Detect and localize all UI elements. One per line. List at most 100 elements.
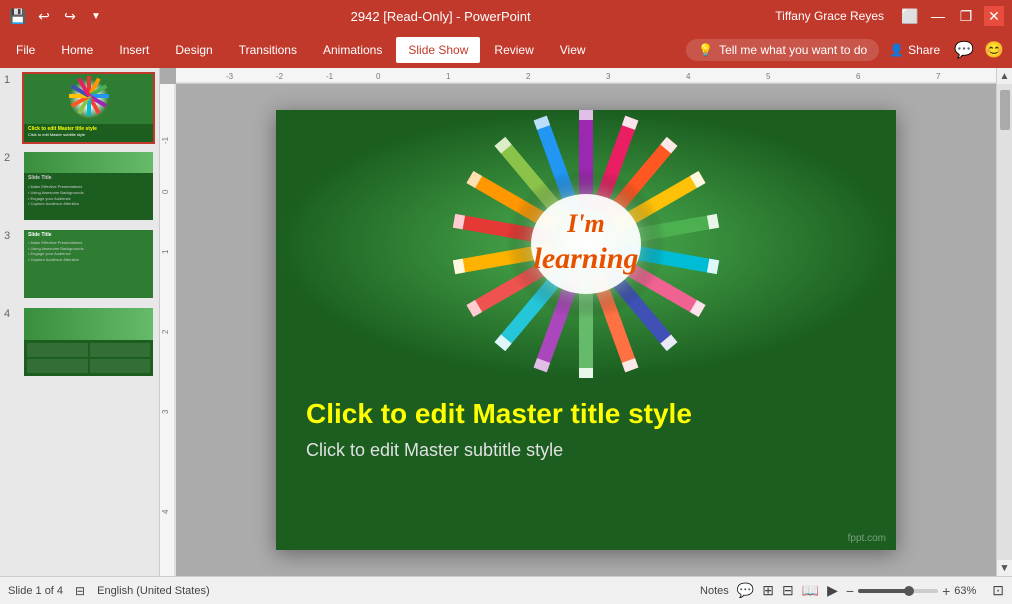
svg-text:7: 7 xyxy=(936,72,941,81)
svg-text:learning: learning xyxy=(533,242,638,275)
svg-text:5: 5 xyxy=(766,72,771,81)
close-icon[interactable]: ✕ xyxy=(984,6,1004,26)
pencil-burst: I'm learning xyxy=(276,110,896,378)
tab-home[interactable]: Home xyxy=(49,37,105,63)
tell-me-input[interactable]: 💡 Tell me what you want to do xyxy=(686,39,879,61)
svg-text:0: 0 xyxy=(376,72,381,81)
thumb2-top-area xyxy=(24,152,153,173)
zoom-track[interactable] xyxy=(858,589,938,593)
title-bar: 💾 ↩ ↪ ▼ 2942 [Read-Only] - PowerPoint Ti… xyxy=(0,0,1012,32)
undo-icon[interactable]: ↩ xyxy=(34,6,54,26)
zoom-percent: 63% xyxy=(954,585,984,597)
tab-transitions[interactable]: Transitions xyxy=(227,37,309,63)
ruler-left: -1 0 1 2 3 4 xyxy=(160,84,176,576)
fit-window-icon[interactable]: ⊡ xyxy=(992,582,1004,599)
customize-icon[interactable]: ▼ xyxy=(86,6,106,26)
zoom-in-button[interactable]: + xyxy=(942,583,950,599)
tab-insert[interactable]: Insert xyxy=(107,37,161,63)
ruler-top: // ruler ticks are decorative, handled i… xyxy=(176,68,1012,84)
zoom-thumb[interactable] xyxy=(904,586,914,596)
slide-img-1: Click to edit Master title style Click t… xyxy=(22,72,155,144)
slide-num-1: 1 xyxy=(4,72,18,86)
master-title-text[interactable]: Click to edit Master title style xyxy=(306,398,866,430)
tab-review[interactable]: Review xyxy=(482,37,545,63)
svg-text:4: 4 xyxy=(686,72,691,81)
comments-icon[interactable]: 💬 xyxy=(737,582,754,599)
normal-view-icon[interactable]: ⊞ xyxy=(762,582,774,599)
slide-canvas: I'm learning Click to edit Master title … xyxy=(176,84,996,576)
slide-img-2: Slide Title • Make Effective Presentatio… xyxy=(22,150,155,222)
svg-text:2: 2 xyxy=(526,72,531,81)
svg-text:-1: -1 xyxy=(161,136,170,144)
emoji-icon: 😊 xyxy=(980,36,1008,64)
main-slide[interactable]: I'm learning Click to edit Master title … xyxy=(276,110,896,550)
thumb4-bottom-area xyxy=(24,340,153,376)
tab-view[interactable]: View xyxy=(548,37,598,63)
slide-panel: 1 xyxy=(0,68,160,576)
thumb1-sub-text: Click to edit Master subtitle style xyxy=(28,132,149,137)
thumb3-content-area: Slide Title • Make Effective Presentatio… xyxy=(24,230,153,298)
title-bar-controls-right: Tiffany Grace Reyes ⬜ — ❐ ✕ xyxy=(775,6,1004,26)
svg-text:1: 1 xyxy=(446,72,451,81)
canvas-area: // ruler ticks are decorative, handled i… xyxy=(160,68,1012,576)
scroll-thumb[interactable] xyxy=(1000,90,1010,130)
redo-icon[interactable]: ↪ xyxy=(60,6,80,26)
share-button[interactable]: 👤 Share xyxy=(881,39,948,61)
svg-text:0: 0 xyxy=(161,189,170,194)
scroll-down-arrow-2[interactable]: ▼ xyxy=(997,560,1012,576)
maximize-icon[interactable]: ❐ xyxy=(956,6,976,26)
title-bar-controls-left: 💾 ↩ ↪ ▼ xyxy=(8,6,106,26)
svg-text:-1: -1 xyxy=(326,72,334,81)
scroll-up-arrow[interactable]: ▲ xyxy=(997,68,1012,84)
notes-button[interactable]: Notes xyxy=(700,585,729,597)
status-bar-right: Notes 💬 ⊞ ⊟ 📖 ▶ − + 63% ⊡ xyxy=(700,582,1004,599)
svg-text:3: 3 xyxy=(606,72,611,81)
tab-file[interactable]: File xyxy=(4,37,47,63)
slide-thumb-2[interactable]: 2 Slide Title • Make Effective Presentat… xyxy=(4,150,155,222)
svg-text:4: 4 xyxy=(161,509,170,514)
minimize-icon[interactable]: — xyxy=(928,6,948,26)
slide-sorter-icon[interactable]: ⊟ xyxy=(782,582,794,599)
zoom-slider[interactable]: − + 63% xyxy=(846,583,984,599)
slide-thumb-3[interactable]: 3 Slide Title • Make Effective Presentat… xyxy=(4,228,155,300)
pencil-image-area: I'm learning xyxy=(276,110,896,378)
svg-text:6: 6 xyxy=(856,72,861,81)
user-name: Tiffany Grace Reyes xyxy=(775,9,884,23)
slide-img-4 xyxy=(22,306,155,378)
slide-bottom-area: Click to edit Master title style Click t… xyxy=(276,378,896,550)
slide-num-2: 2 xyxy=(4,150,18,164)
svg-text:I'm: I'm xyxy=(566,209,605,238)
reading-view-icon[interactable]: 📖 xyxy=(802,582,819,599)
save-icon[interactable]: 💾 xyxy=(8,6,28,26)
ribbon: File Home Insert Design Transitions Anim… xyxy=(0,32,1012,68)
tab-slideshow[interactable]: Slide Show xyxy=(396,37,480,63)
tab-design[interactable]: Design xyxy=(163,37,224,63)
svg-text:-2: -2 xyxy=(276,72,284,81)
thumb2-content: Slide Title • Make Effective Presentatio… xyxy=(28,175,149,206)
slide-thumb-4[interactable]: 4 xyxy=(4,306,155,378)
svg-text:3: 3 xyxy=(161,409,170,414)
svg-text:-3: -3 xyxy=(226,72,234,81)
master-subtitle-text[interactable]: Click to edit Master subtitle style xyxy=(306,440,866,461)
comment-button[interactable]: 💬 xyxy=(950,36,978,64)
slide-num-3: 3 xyxy=(4,228,18,242)
scrollbar-vertical[interactable]: ▲ ▼ ▼ xyxy=(996,68,1012,576)
share-icon: 👤 xyxy=(889,43,904,57)
window-title: 2942 [Read-Only] - PowerPoint xyxy=(106,9,775,24)
thumb4-top-area xyxy=(24,308,153,340)
thumb1-title-area: Click to edit Master title style Click t… xyxy=(24,124,153,142)
slide-state-icon[interactable]: ⊟ xyxy=(75,584,85,598)
slide-thumb-1[interactable]: 1 xyxy=(4,72,155,144)
tab-animations[interactable]: Animations xyxy=(311,37,394,63)
slideshow-icon[interactable]: ▶ xyxy=(827,582,838,599)
svg-text:1: 1 xyxy=(161,249,170,254)
slide-info: Slide 1 of 4 xyxy=(8,585,63,597)
watermark: fppt.com xyxy=(848,533,886,544)
zoom-out-button[interactable]: − xyxy=(846,583,854,599)
svg-text:2: 2 xyxy=(161,329,170,334)
thumb2-bottom-area: Slide Title • Make Effective Presentatio… xyxy=(24,173,153,220)
thumb1-pencil-area xyxy=(24,74,153,124)
scroll-track[interactable] xyxy=(997,84,1012,560)
slide-img-3: Slide Title • Make Effective Presentatio… xyxy=(22,228,155,300)
restore-window-icon[interactable]: ⬜ xyxy=(900,6,920,26)
